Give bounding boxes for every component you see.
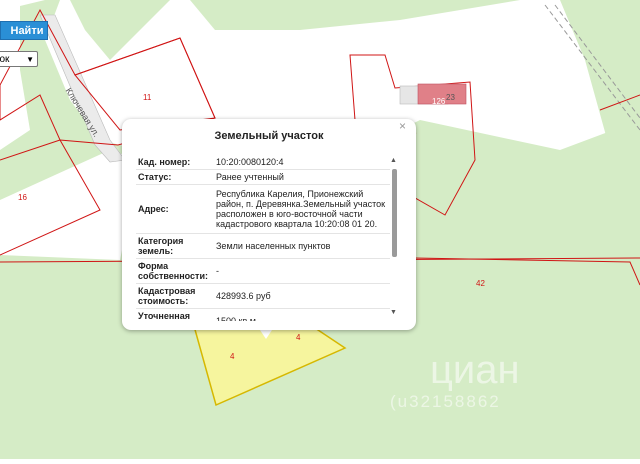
row-value: Республика Карелия, Прионежский район, п… bbox=[216, 189, 386, 229]
scroll-up-icon[interactable]: ▲ bbox=[390, 157, 397, 164]
search-button[interactable]: Найти bbox=[0, 21, 48, 40]
plot-label: 42 bbox=[476, 279, 485, 288]
table-row: Форма собственности: - bbox=[136, 259, 390, 284]
row-label: Статус: bbox=[138, 172, 172, 182]
plot-label: 16 bbox=[18, 193, 27, 202]
row-label: Уточненная площадь: bbox=[138, 311, 190, 321]
table-row: Статус: Ранее учтенный bbox=[136, 170, 390, 185]
row-label: Кад. номер: bbox=[138, 157, 191, 167]
table-row: Адрес: Республика Карелия, Прионежский р… bbox=[136, 185, 390, 234]
chevron-down-icon: ▼ bbox=[26, 54, 34, 64]
table-row: Кадастровая стоимость: 428993.6 руб bbox=[136, 284, 390, 309]
row-value: Ранее учтенный bbox=[216, 172, 284, 182]
row-value: 10:20:0080120:4 bbox=[216, 157, 284, 167]
plot-label: 4 bbox=[296, 333, 301, 342]
row-value: 428993.6 руб bbox=[216, 291, 271, 301]
parcel-info-popup: Земельный участок × Кад. номер: 10:20:00… bbox=[122, 119, 416, 330]
plot-label: 11 bbox=[143, 93, 152, 102]
popup-scrollbar[interactable]: ▲ ▼ bbox=[389, 157, 399, 317]
popup-title: Земельный участок bbox=[214, 130, 324, 142]
plot-label: 4 bbox=[230, 352, 235, 361]
row-label: Адрес: bbox=[138, 204, 169, 214]
select-value: ток bbox=[0, 53, 10, 65]
row-label: Кадастровая стоимость: bbox=[138, 286, 196, 306]
row-value: 1500 кв.м bbox=[216, 316, 256, 321]
table-row: Кад. номер: 10:20:0080120:4 bbox=[136, 155, 390, 170]
search-type-select[interactable]: ток ▼ bbox=[0, 51, 38, 67]
close-icon[interactable]: × bbox=[399, 119, 406, 133]
parcel-info-table: Кад. номер: 10:20:0080120:4 Статус: Ране… bbox=[136, 155, 390, 321]
plot-label: 23 bbox=[446, 93, 455, 102]
table-row: Категория земель: Земли населенных пункт… bbox=[136, 234, 390, 259]
row-value: Земли населенных пунктов bbox=[216, 241, 331, 251]
plot-label: 126 bbox=[432, 97, 446, 106]
row-value: - bbox=[216, 266, 219, 276]
scroll-down-icon[interactable]: ▼ bbox=[390, 309, 397, 316]
row-label: Форма собственности: bbox=[138, 261, 208, 281]
scrollbar-thumb[interactable] bbox=[392, 169, 397, 257]
table-row: Уточненная площадь: 1500 кв.м bbox=[136, 309, 390, 321]
row-label: Категория земель: bbox=[138, 236, 184, 256]
